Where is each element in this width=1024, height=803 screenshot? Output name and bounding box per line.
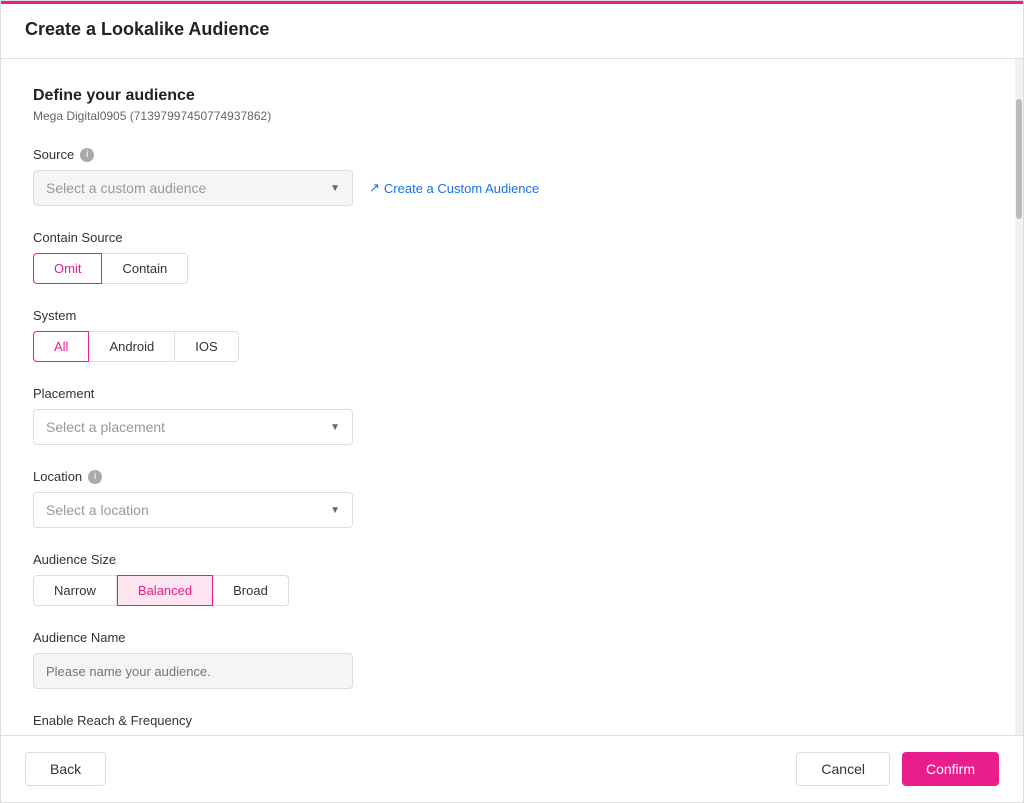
modal-footer: Back Cancel Confirm (1, 735, 1023, 802)
location-dropdown[interactable]: Select a location ▼ (33, 492, 353, 528)
define-audience-subtitle: Mega Digital0905 (71397997450774937862) (33, 109, 983, 123)
audience-size-label: Audience Size (33, 552, 983, 567)
reach-frequency-section: Enable Reach & Frequency (33, 713, 983, 735)
placement-label: Placement (33, 386, 983, 401)
location-dropdown-placeholder: Select a location (46, 502, 149, 518)
placement-dropdown[interactable]: Select a placement ▼ (33, 409, 353, 445)
audience-size-button-group: Narrow Balanced Broad (33, 575, 983, 606)
cancel-button[interactable]: Cancel (796, 752, 890, 786)
source-select-row: Select a custom audience ▼ ↗ Create a Cu… (33, 170, 983, 206)
source-dropdown[interactable]: Select a custom audience ▼ (33, 170, 353, 206)
location-section: Location i Select a location ▼ (33, 469, 983, 528)
placement-section: Placement Select a placement ▼ (33, 386, 983, 445)
modal-title: Create a Lookalike Audience (25, 19, 269, 39)
audience-name-input[interactable] (33, 653, 353, 689)
placement-dropdown-placeholder: Select a placement (46, 419, 165, 435)
audience-size-section: Audience Size Narrow Balanced Broad (33, 552, 983, 606)
location-label: Location i (33, 469, 983, 484)
contain-source-contain-button[interactable]: Contain (102, 253, 188, 284)
audience-name-section: Audience Name (33, 630, 983, 689)
top-accent-border (1, 1, 1023, 4)
system-section: System All Android IOS (33, 308, 983, 362)
audience-name-label: Audience Name (33, 630, 983, 645)
system-all-button[interactable]: All (33, 331, 89, 362)
source-section: Source i Select a custom audience ▼ ↗ Cr… (33, 147, 983, 206)
reach-frequency-label: Enable Reach & Frequency (33, 713, 983, 728)
source-info-icon[interactable]: i (80, 148, 94, 162)
system-android-button[interactable]: Android (89, 331, 175, 362)
footer-right: Cancel Confirm (796, 752, 999, 786)
create-link-icon: ↗ (369, 180, 380, 196)
system-ios-button[interactable]: IOS (175, 331, 238, 362)
system-button-group: All Android IOS (33, 331, 983, 362)
contain-source-button-group: Omit Contain (33, 253, 983, 284)
contain-source-section: Contain Source Omit Contain (33, 230, 983, 284)
audience-size-broad-button[interactable]: Broad (213, 575, 289, 606)
scrollbar[interactable] (1015, 59, 1023, 735)
placement-dropdown-chevron: ▼ (330, 422, 340, 433)
source-label: Source i (33, 147, 983, 162)
audience-size-narrow-button[interactable]: Narrow (33, 575, 117, 606)
create-custom-audience-link[interactable]: ↗ Create a Custom Audience (369, 180, 539, 196)
define-audience-section: Define your audience Mega Digital0905 (7… (33, 87, 983, 123)
back-button[interactable]: Back (25, 752, 106, 786)
confirm-button[interactable]: Confirm (902, 752, 999, 786)
modal-header: Create a Lookalike Audience (1, 1, 1023, 59)
scrollbar-thumb (1016, 99, 1022, 219)
source-dropdown-chevron: ▼ (330, 183, 340, 194)
modal-container: Create a Lookalike Audience Define your … (0, 0, 1024, 803)
modal-body: Define your audience Mega Digital0905 (7… (1, 59, 1023, 735)
audience-size-balanced-button[interactable]: Balanced (117, 575, 213, 606)
modal-content: Define your audience Mega Digital0905 (7… (1, 59, 1015, 735)
location-info-icon[interactable]: i (88, 470, 102, 484)
system-label: System (33, 308, 983, 323)
define-audience-heading: Define your audience (33, 87, 983, 105)
footer-left: Back (25, 752, 106, 786)
source-dropdown-placeholder: Select a custom audience (46, 180, 206, 196)
contain-source-label: Contain Source (33, 230, 983, 245)
location-dropdown-chevron: ▼ (330, 505, 340, 516)
contain-source-omit-button[interactable]: Omit (33, 253, 102, 284)
